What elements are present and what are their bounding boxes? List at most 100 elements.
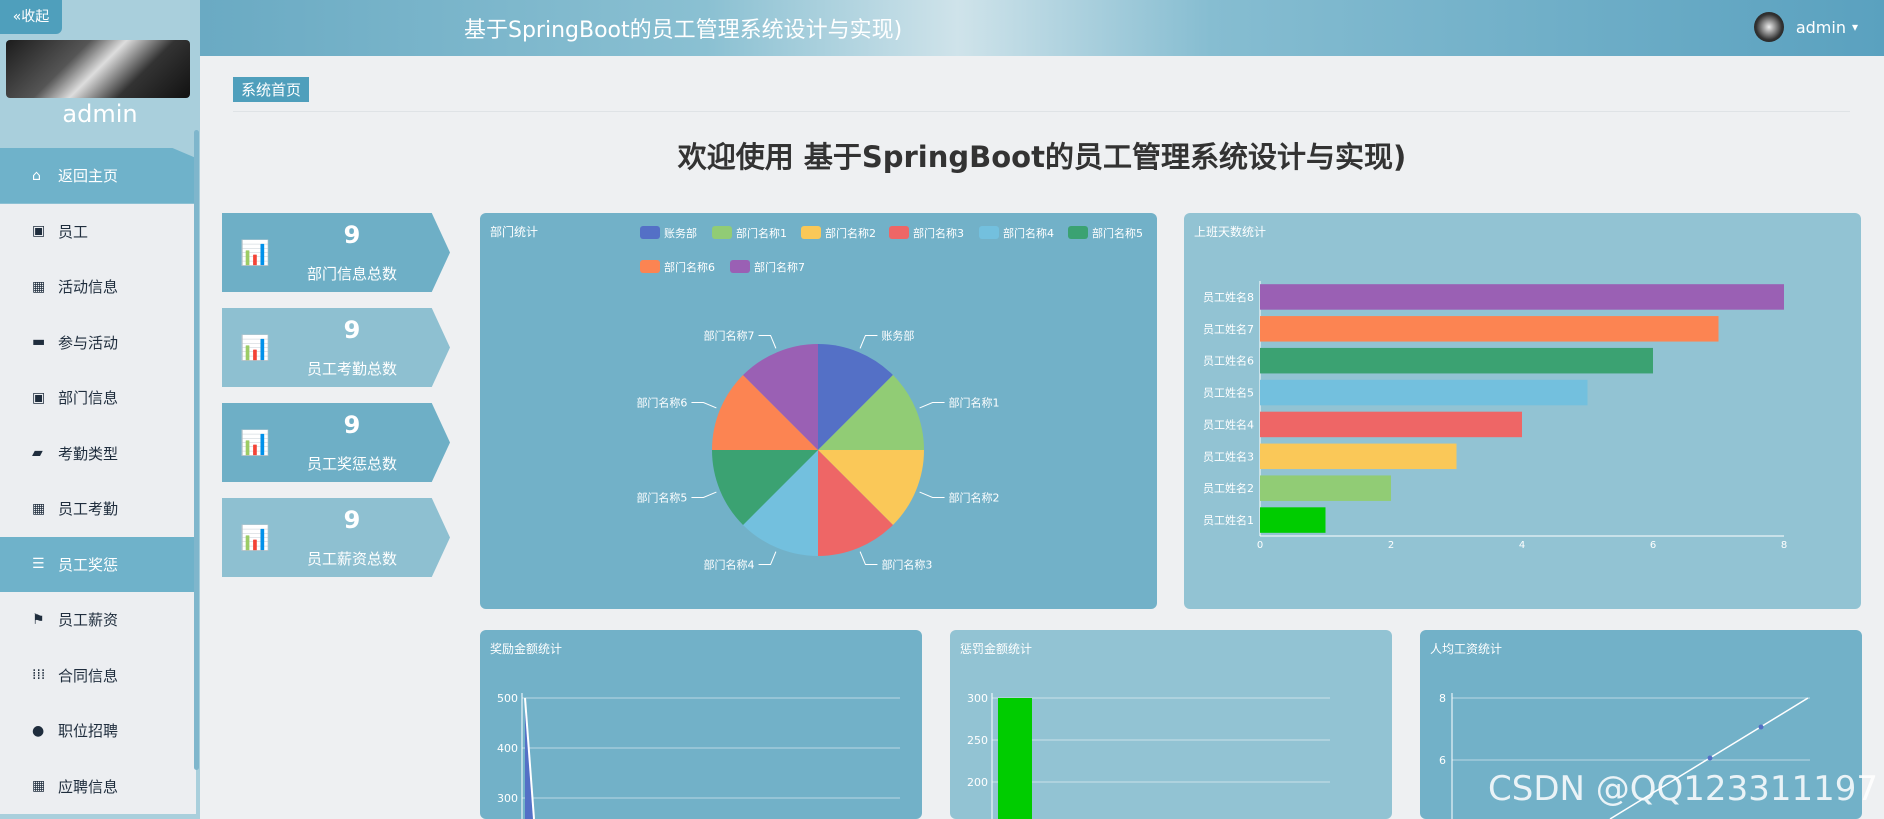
pie-label: 部门名称3 [881,558,932,572]
pie-label: 部门名称7 [704,328,755,342]
pie-label: 部门名称2 [949,490,1000,504]
sidebar-item-rewards[interactable]: ☰ 员工奖惩 [0,536,196,592]
flag-icon: ⚑ [32,611,45,628]
stat-card-salary: 📊 9 员工薪资总数 [222,498,450,577]
grid-icon: ▦ [32,278,46,295]
user-icon: ● [32,722,45,739]
line-point [1707,755,1713,761]
legend-swatch [730,260,750,273]
pie-label-line [919,491,945,498]
pie-label-line [919,402,945,409]
home-icon: ⌂ [32,167,41,184]
chart-card-rewards: 奖励金额统计 500 400 300 [480,630,922,819]
sidebar-item-salary[interactable]: ⚑ 员工薪资 [0,592,196,648]
stat-value: 9 [343,316,361,344]
sidebar-item-contract[interactable]: ⁞⁞⁞ 合同信息 [0,647,196,703]
stat-label: 员工薪资总数 [306,550,397,568]
stat-value: 9 [343,506,361,534]
apps-icon: ⁞⁞⁞ [32,667,46,684]
bar-chart-icon: 📊 [240,334,270,362]
sidebar-item-label: 部门信息 [58,389,119,408]
sidebar-item-label: 员工奖惩 [58,555,119,574]
legend-swatch [640,260,660,273]
sidebar-item-label: 员工 [58,222,89,241]
collapse-button[interactable]: «收起 [0,0,62,34]
avatar [1753,12,1784,42]
axis-tick-label: 6 [1439,754,1446,767]
bar [1260,443,1457,470]
sidebar-item-label: 职位招聘 [58,722,119,741]
stat-card-rewards: 📊 9 员工奖惩总数 [222,403,450,482]
stat-label: 部门信息总数 [306,265,397,283]
sidebar-menu: ⌂ 返回主页 ▣ 员工 ▦ 活动信息 ▬ 参与活动 ▣ 部门信息 ▰ 考勤类型 ▦ 员工考勤 … [0,148,196,814]
axis-tick-label: 200 [967,776,988,789]
legend-label: 部门名称2 [825,226,876,240]
legend-swatch [712,226,732,239]
sidebar-item-label: 考勤类型 [58,444,119,463]
sidebar-item-attendance-type[interactable]: ▰ 考勤类型 [0,425,196,481]
grid-icon: ▦ [32,500,46,517]
sidebar-item-employee[interactable]: ▣ 员工 [0,203,196,259]
pie-label-line [758,334,777,349]
sliders-icon: ☰ [32,556,45,573]
legend-swatch [1068,226,1088,239]
thumb-icon: ▰ [32,445,43,462]
axis-tick-label: 500 [497,692,518,705]
sidebar-item-attendance[interactable]: ▦ 员工考勤 [0,481,196,537]
bar [1260,284,1784,310]
pie-label-line [691,491,717,498]
monitor-icon: ▬ [32,334,46,351]
axis-tick-label: 4 [1519,540,1525,551]
stat-label: 员工考勤总数 [306,360,397,378]
sidebar-item-label: 活动信息 [58,278,119,297]
axis-tick-label: 8 [1439,692,1446,705]
legend-label: 部门名称3 [913,226,964,240]
legend-label: 部门名称5 [1092,226,1143,240]
pie-label-line [859,334,878,349]
axis-tick-label: 员工姓名5 [1203,386,1254,400]
legend-label: 账务部 [664,226,697,240]
sidebar-avatar [6,40,190,98]
stat-card-attendance: 📊 9 员工考勤总数 [222,308,450,387]
user-menu[interactable]: admin ▾ [1753,12,1858,42]
axis-tick-label: 员工姓名3 [1203,449,1254,463]
chart-title: 上班天数统计 [1194,225,1267,239]
sidebar-item-recruit[interactable]: ● 职位招聘 [0,703,196,759]
chart-title: 惩罚金额统计 [960,642,1033,656]
punish-chart: 300 250 200 [967,692,1330,819]
axis-tick-label: 员工姓名2 [1203,481,1254,495]
axis-tick-label: 400 [497,742,518,755]
legend-swatch [979,226,999,239]
sidebar-item-home[interactable]: ⌂ 返回主页 [0,148,196,204]
sidebar-item-label: 应聘信息 [58,777,119,796]
sidebar-username: admin [62,100,138,128]
bar [1260,411,1522,438]
pie-label-line [758,551,777,566]
axis-tick-label: 2 [1388,540,1394,551]
bar [1260,379,1588,406]
bar-chart-icon: 📊 [240,524,270,552]
legend-swatch [640,226,660,239]
sidebar-item-activity[interactable]: ▦ 活动信息 [0,259,196,315]
sidebar-scrollbar[interactable] [194,130,199,770]
stat-value: 9 [343,221,361,249]
axis-tick-label: 员工姓名8 [1203,290,1254,304]
pie-label: 部门名称1 [949,396,1000,410]
breadcrumb[interactable]: 系统首页 [233,77,310,102]
sidebar-item-application[interactable]: ▦ 应聘信息 [0,758,196,814]
stat-label: 员工奖惩总数 [306,455,397,473]
bar [1260,316,1719,342]
pie-chart: 账务部 部门名称1 部门名称2 部门名称3 部门名称4 部门名称5部门名称6 部门名称7账务… [636,226,1143,572]
pie-label: 部门名称5 [636,490,687,504]
legend-swatch [801,226,821,239]
chart-card-department: 部门统计 账务部 部门名称1 部门名称2 部门名称3 部门名称4 部门名称5 部门名称6 部门… [480,213,1157,609]
sidebar-item-department[interactable]: ▣ 部门信息 [0,370,196,426]
user-name: admin [1795,17,1846,37]
pie-label: 部门名称4 [704,558,755,572]
bar-chart-icon: 📊 [240,429,270,457]
sidebar-item-participate[interactable]: ▬ 参与活动 [0,314,196,370]
chart-title: 部门统计 [490,225,539,239]
axis-tick-label: 6 [1650,540,1656,551]
watermark: CSDN @QQ123311197 [1488,769,1878,809]
pie-label-line [859,551,878,566]
